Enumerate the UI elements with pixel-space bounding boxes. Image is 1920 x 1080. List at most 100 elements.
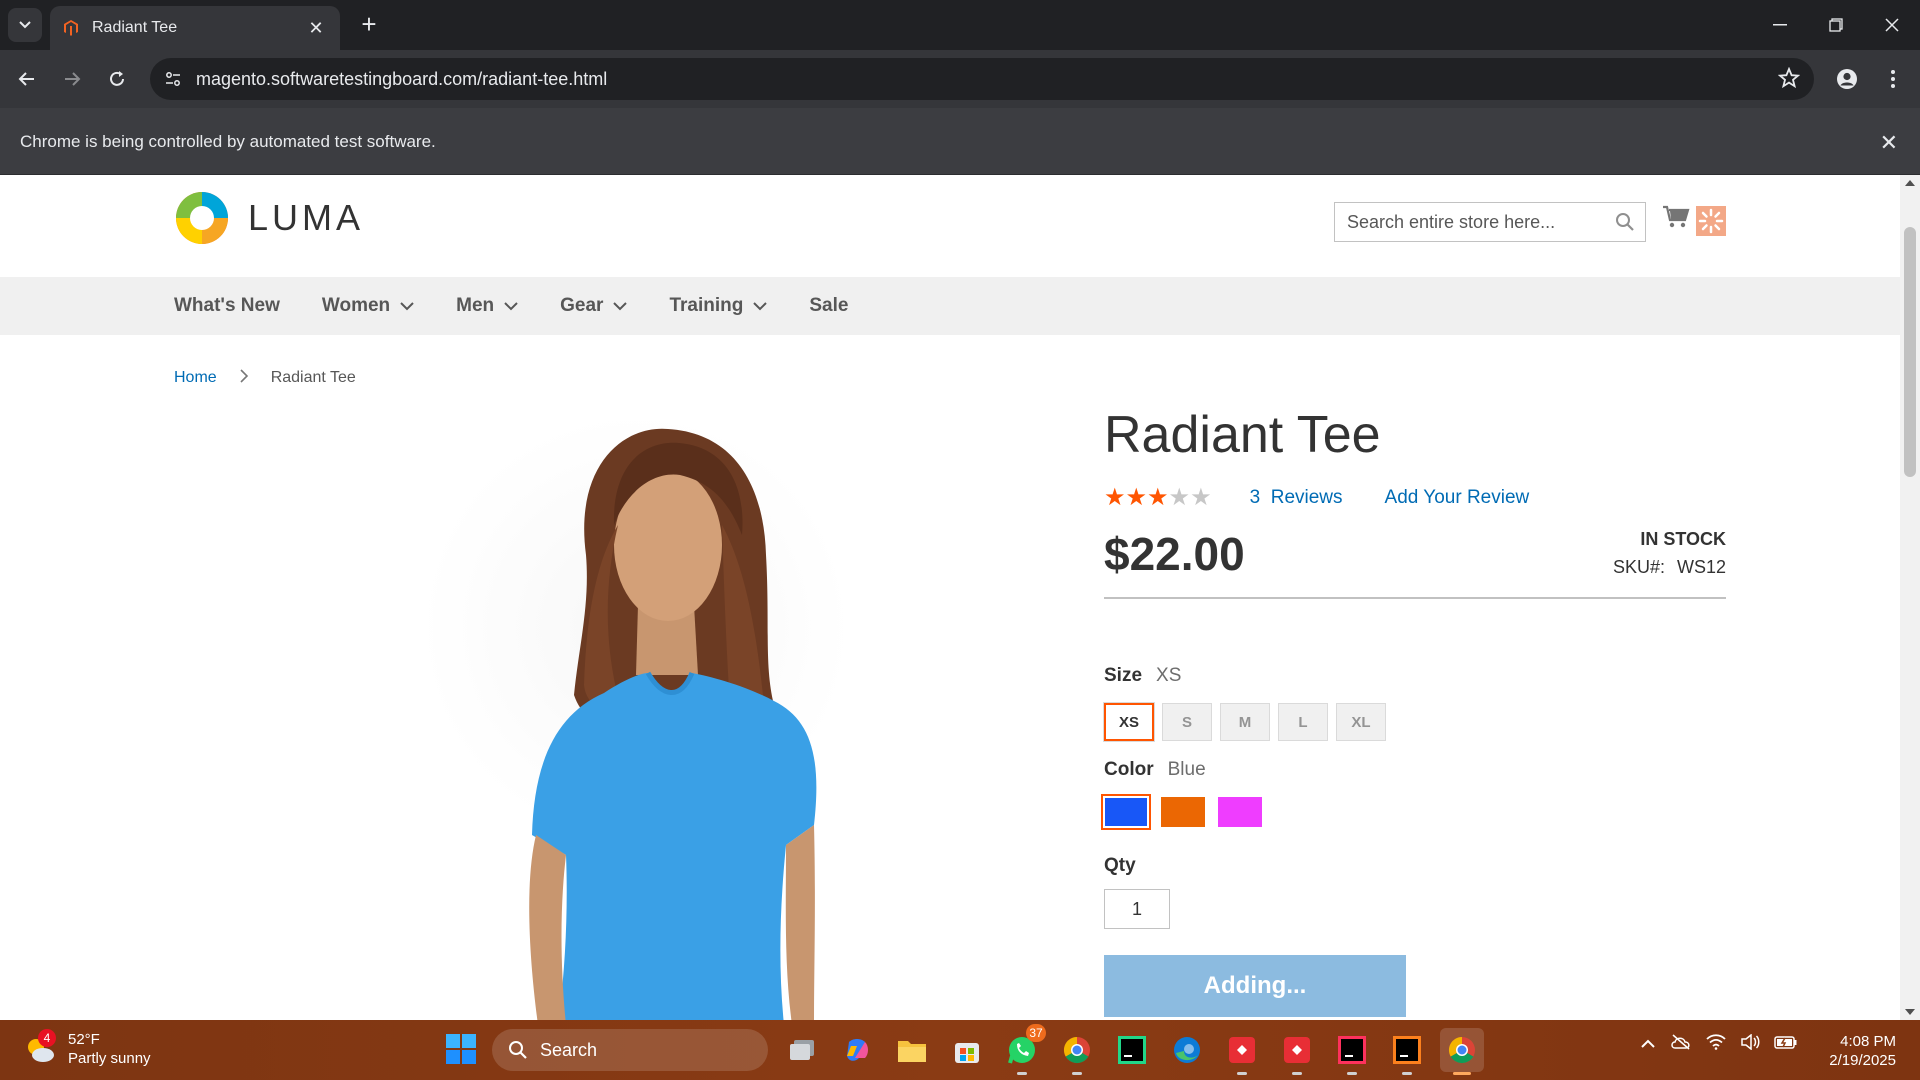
- infobar-close-icon[interactable]: ✕: [1880, 130, 1898, 156]
- nav-item-label: Men: [456, 295, 495, 316]
- address-bar[interactable]: magento.softwaretestingboard.com/radiant…: [150, 58, 1814, 100]
- tab-search-button[interactable]: [8, 8, 42, 42]
- nav-item-gear[interactable]: Gear: [560, 295, 628, 317]
- running-indicator: [1237, 1072, 1247, 1075]
- color-swatch-orange[interactable]: [1161, 797, 1205, 827]
- qty-input[interactable]: [1104, 889, 1170, 929]
- nav-item-sale[interactable]: Sale: [809, 295, 848, 317]
- running-indicator: [1292, 1072, 1302, 1075]
- datagrip-app[interactable]: [1110, 1028, 1154, 1072]
- edge-app[interactable]: [1165, 1028, 1209, 1072]
- scroll-up-arrow-icon[interactable]: [1905, 180, 1915, 186]
- reviews-count: 3: [1249, 487, 1261, 508]
- profile-button[interactable]: [1830, 62, 1864, 96]
- nav-item-training[interactable]: Training: [669, 295, 768, 317]
- size-swatch-xs[interactable]: XS: [1103, 702, 1155, 742]
- scroll-thumb[interactable]: [1904, 227, 1916, 477]
- wifi-icon[interactable]: [1706, 1034, 1726, 1055]
- tab-close-icon[interactable]: ✕: [304, 18, 328, 39]
- taskbar-search[interactable]: Search: [492, 1029, 768, 1071]
- nav-item-what-s-new[interactable]: What's New: [174, 295, 280, 317]
- intellij-app-1[interactable]: [1330, 1028, 1374, 1075]
- copilot-app[interactable]: [835, 1028, 879, 1072]
- add-review-link[interactable]: Add Your Review: [1385, 487, 1530, 509]
- product-info: Radiant Tee ★ ★ ★ ★ ★ 3 Reviews Add Your Rev…: [1101, 405, 1726, 1017]
- weather-desc: Partly sunny: [68, 1050, 151, 1067]
- color-option: Color Blue: [1101, 759, 1726, 830]
- page-scrollbar[interactable]: [1900, 175, 1920, 1020]
- size-swatch-m[interactable]: M: [1220, 703, 1270, 741]
- copilot-icon: [847, 1039, 868, 1061]
- qty-label: Qty: [1104, 855, 1136, 876]
- git-tool-app-1[interactable]: [1220, 1028, 1264, 1075]
- weather-widget[interactable]: 4 52°F Partly sunny: [24, 1029, 151, 1068]
- color-swatch-purple[interactable]: [1218, 797, 1262, 827]
- running-indicator: [1402, 1072, 1412, 1075]
- product-image[interactable]: [174, 405, 924, 1020]
- whatsapp-app[interactable]: 37: [1000, 1024, 1046, 1075]
- nav-item-men[interactable]: Men: [456, 295, 518, 317]
- site-info-icon[interactable]: [160, 66, 186, 92]
- size-swatch-l[interactable]: L: [1278, 703, 1328, 741]
- nav-item-label: Women: [321, 295, 391, 316]
- restore-icon: [1829, 18, 1843, 32]
- task-view-button[interactable]: [780, 1028, 824, 1072]
- star-empty-icon: ★: [1168, 484, 1191, 511]
- back-button[interactable]: [10, 62, 44, 96]
- size-swatch-xl[interactable]: XL: [1336, 703, 1386, 741]
- active-indicator: [1453, 1072, 1471, 1075]
- reload-button[interactable]: [100, 62, 134, 96]
- system-tray: [1640, 1033, 1812, 1055]
- git-tool-app-2[interactable]: [1275, 1028, 1319, 1075]
- product-title: Radiant Tee: [1104, 406, 1381, 464]
- forward-button[interactable]: [55, 62, 89, 96]
- model-photo: [421, 413, 851, 1020]
- system-clock[interactable]: 4:08 PM 2/19/2025: [1829, 1032, 1896, 1070]
- breadcrumb-home-link[interactable]: Home: [174, 369, 217, 387]
- minimize-button[interactable]: [1752, 0, 1808, 50]
- new-tab-button[interactable]: +: [354, 10, 384, 40]
- store-logo[interactable]: LUMA: [174, 190, 364, 246]
- battery-charging-icon[interactable]: [1774, 1034, 1798, 1055]
- color-swatch-blue[interactable]: [1101, 794, 1151, 830]
- intellij-app-2[interactable]: [1385, 1028, 1429, 1075]
- category-nav: What's New Women Men Gear Training Sale: [0, 277, 1900, 335]
- breadcrumb: Home Radiant Tee: [174, 367, 356, 388]
- product-price: $22.00: [1104, 528, 1245, 580]
- tray-overflow-chevron-up-icon[interactable]: [1640, 1036, 1656, 1054]
- speaker-icon[interactable]: [1740, 1033, 1760, 1055]
- nav-item-women[interactable]: Women: [322, 295, 414, 317]
- arrow-right-icon: [65, 72, 81, 86]
- close-window-button[interactable]: [1864, 0, 1920, 50]
- mini-cart-icon[interactable]: [1662, 205, 1690, 234]
- microsoft-store-app[interactable]: [945, 1028, 989, 1072]
- edge-icon: [1174, 1037, 1200, 1063]
- size-swatch-s[interactable]: S: [1162, 703, 1212, 741]
- datagrip-icon: [1118, 1036, 1146, 1064]
- file-explorer-app[interactable]: [890, 1028, 934, 1072]
- windows-start-button[interactable]: [446, 1034, 476, 1069]
- onedrive-offline-icon[interactable]: [1670, 1034, 1692, 1055]
- git-icon: [1229, 1037, 1255, 1063]
- chevron-down-icon: [613, 295, 628, 317]
- restore-button[interactable]: [1808, 0, 1864, 50]
- search-icon[interactable]: [1615, 212, 1635, 237]
- taskbar-apps: 37: [780, 1024, 1495, 1075]
- chrome-menu-button[interactable]: [1876, 62, 1910, 96]
- chevron-down-icon: [19, 21, 31, 29]
- reviews-link[interactable]: 3 Reviews: [1250, 487, 1343, 509]
- folder-icon: [898, 1041, 926, 1062]
- logo-wordmark: LUMA: [248, 197, 365, 238]
- search-input[interactable]: [1347, 211, 1607, 233]
- breadcrumb-separator-icon: [239, 367, 249, 388]
- chrome-app[interactable]: [1440, 1028, 1484, 1075]
- scroll-down-arrow-icon[interactable]: [1905, 1009, 1915, 1015]
- minimize-icon: [1773, 24, 1787, 26]
- reviews-label: Reviews: [1270, 487, 1343, 508]
- browser-tab[interactable]: Radiant Tee ✕: [50, 6, 340, 50]
- bookmark-star-icon[interactable]: [1777, 66, 1801, 94]
- chrome-profile-app[interactable]: [1055, 1028, 1099, 1075]
- color-swatches: [1101, 794, 1726, 830]
- add-to-cart-button[interactable]: Adding...: [1104, 955, 1406, 1017]
- stock-status: IN STOCK: [1640, 529, 1726, 549]
